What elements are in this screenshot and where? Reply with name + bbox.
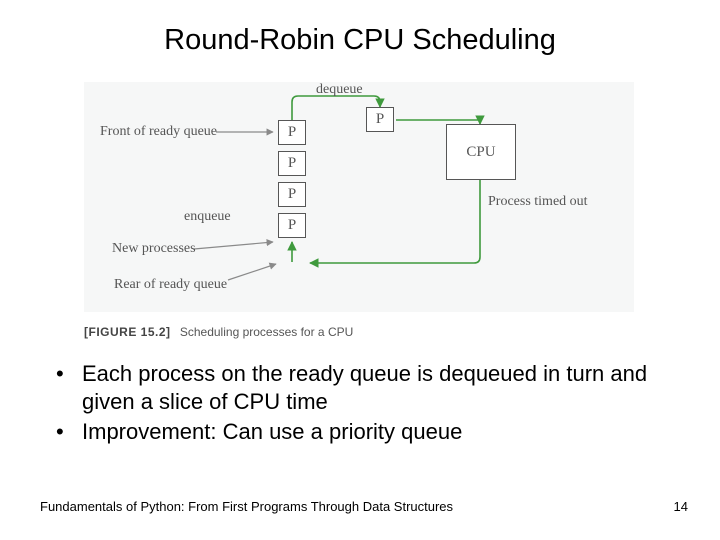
figure-caption: [FIGURE 15.2] Scheduling processes for a… [84, 325, 353, 339]
process-box: P [278, 120, 306, 145]
label-dequeue: dequeue [316, 82, 363, 98]
cpu-box: CPU [446, 124, 516, 180]
footer: Fundamentals of Python: From First Progr… [40, 499, 688, 514]
process-box: P [278, 151, 306, 176]
figure-caption-text: Scheduling processes for a CPU [180, 325, 353, 339]
process-box: P [278, 213, 306, 238]
label-enqueue: enqueue [184, 209, 231, 225]
slide-title: Round-Robin CPU Scheduling [0, 0, 720, 57]
process-box: P [366, 107, 394, 132]
bullet-text: Improvement: Can use a priority queue [82, 418, 462, 446]
process-box: P [278, 182, 306, 207]
bullet-dot: • [56, 360, 82, 388]
bullet-list: • Each process on the ready queue is deq… [56, 360, 676, 448]
footer-source: Fundamentals of Python: From First Progr… [40, 499, 453, 514]
bullet-item: • Each process on the ready queue is deq… [56, 360, 676, 416]
bullet-item: • Improvement: Can use a priority queue [56, 418, 676, 446]
label-rear-of-ready-queue: Rear of ready queue [114, 277, 227, 293]
label-front-of-ready-queue: Front of ready queue [100, 124, 217, 140]
label-new-processes: New processes [112, 241, 196, 257]
diagram: P P P P P CPU dequeue Front of ready que… [84, 82, 634, 312]
figure-caption-label: [FIGURE 15.2] [84, 325, 171, 339]
label-process-timed-out: Process timed out [488, 194, 588, 210]
bullet-dot: • [56, 418, 82, 446]
bullet-text: Each process on the ready queue is deque… [82, 360, 676, 416]
page-number: 14 [674, 499, 688, 514]
